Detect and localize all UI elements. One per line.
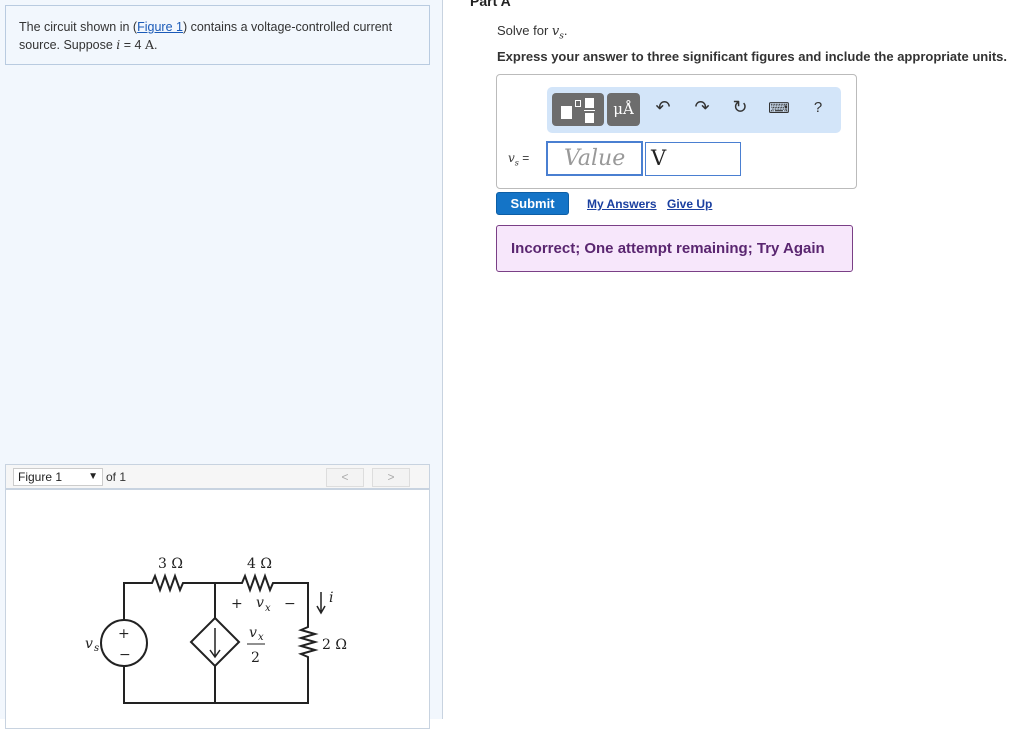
instruction-text: Express your answer to three significant… <box>497 49 1007 64</box>
figure-navigator: Figure 1 ▼ of 1 < > <box>5 464 430 489</box>
figure-link[interactable]: Figure 1 <box>137 20 183 34</box>
my-answers-link[interactable]: My Answers <box>587 197 657 211</box>
help-button[interactable]: ? <box>806 99 830 116</box>
r2-label: 4 Ω <box>247 556 272 572</box>
svg-text:v: v <box>249 625 257 641</box>
svg-text:i: i <box>329 590 333 606</box>
undo-icon[interactable]: ↶ <box>651 97 675 118</box>
svg-text:+: + <box>231 596 243 612</box>
next-figure-button[interactable]: > <box>372 468 410 487</box>
problem-statement: The circuit shown in (Figure 1) contains… <box>5 5 430 65</box>
reset-icon[interactable]: ↻ <box>728 97 752 118</box>
question-text: Solve for vs. <box>497 23 568 42</box>
r3-label: 2 Ω <box>322 637 347 653</box>
redo-icon[interactable]: ↷ <box>690 97 714 118</box>
figure-select[interactable]: Figure 1 ▼ <box>13 468 103 486</box>
svg-text:v: v <box>256 595 264 611</box>
svg-text:x: x <box>258 632 264 643</box>
left-panel: The circuit shown in (Figure 1) contains… <box>0 0 443 729</box>
svg-text:−: − <box>119 647 131 663</box>
svg-text:s: s <box>94 643 99 654</box>
unit-input[interactable]: V <box>645 142 741 176</box>
svg-text:x: x <box>265 603 271 614</box>
dropdown-arrow-icon: ▼ <box>88 471 98 482</box>
feedback-message: Incorrect; One attempt remaining; Try Ag… <box>496 225 853 272</box>
templates-button[interactable] <box>552 93 604 126</box>
answer-label: vs = <box>508 151 530 168</box>
prev-figure-button[interactable]: < <box>326 468 364 487</box>
answer-box: μÅ ↶ ↷ ↻ ⌨ ? vs = Value V <box>496 74 857 189</box>
part-title: Part A <box>470 0 511 9</box>
value-input[interactable]: Value <box>546 141 643 176</box>
submit-button[interactable]: Submit <box>496 192 569 215</box>
keyboard-icon[interactable]: ⌨ <box>767 99 791 117</box>
svg-text:+: + <box>118 626 130 642</box>
svg-text:v: v <box>85 636 93 652</box>
give-up-link[interactable]: Give Up <box>667 197 712 211</box>
circuit-diagram: 3 Ω 4 Ω 2 Ω + − v s + v x − v x 2 i <box>85 556 347 704</box>
math-toolbar: μÅ ↶ ↷ ↻ ⌨ ? <box>547 87 841 133</box>
figure-panel: 3 Ω 4 Ω 2 Ω + − v s + v x − v x 2 i <box>5 489 430 729</box>
units-button[interactable]: μÅ <box>607 93 640 126</box>
svg-text:−: − <box>284 596 296 612</box>
svg-text:2: 2 <box>251 650 260 666</box>
r1-label: 3 Ω <box>158 556 183 572</box>
